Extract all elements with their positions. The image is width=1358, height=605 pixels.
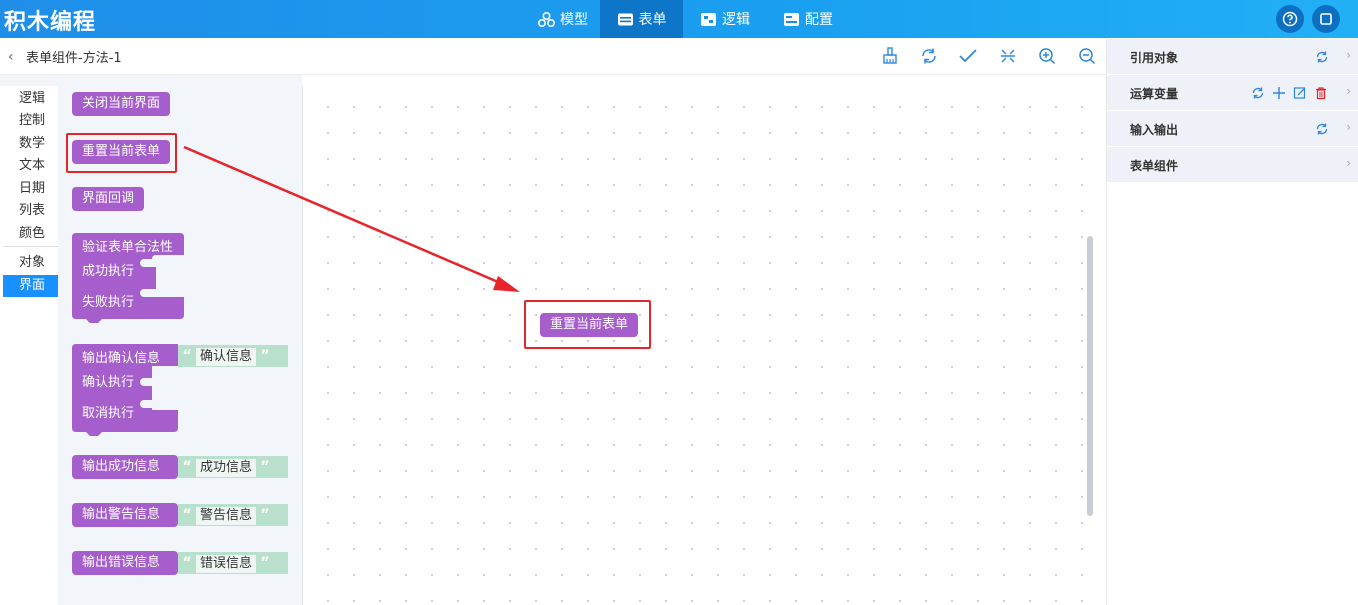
plus-icon[interactable] <box>1272 86 1286 100</box>
chevron-right-icon: › <box>1346 156 1351 170</box>
refresh-icon[interactable] <box>1315 122 1329 136</box>
chevron-right-icon: › <box>1346 120 1351 134</box>
section-referenced-objects[interactable]: 引用对象 › <box>1107 39 1358 75</box>
edit-icon[interactable] <box>1293 86 1307 100</box>
refresh-icon[interactable] <box>1315 50 1329 64</box>
section-input-output[interactable]: 输入输出 › <box>1107 111 1358 147</box>
section-form-components[interactable]: 表单组件 › <box>1107 147 1358 183</box>
delete-icon[interactable] <box>1314 86 1328 100</box>
right-panel: 引用对象 › 运算变量 › 输入输出 › 表单组件 › <box>1106 38 1358 605</box>
refresh-icon[interactable] <box>1251 86 1265 100</box>
chevron-right-icon: › <box>1346 48 1351 62</box>
section-variables[interactable]: 运算变量 › <box>1107 75 1358 111</box>
chevron-right-icon: › <box>1346 84 1351 98</box>
